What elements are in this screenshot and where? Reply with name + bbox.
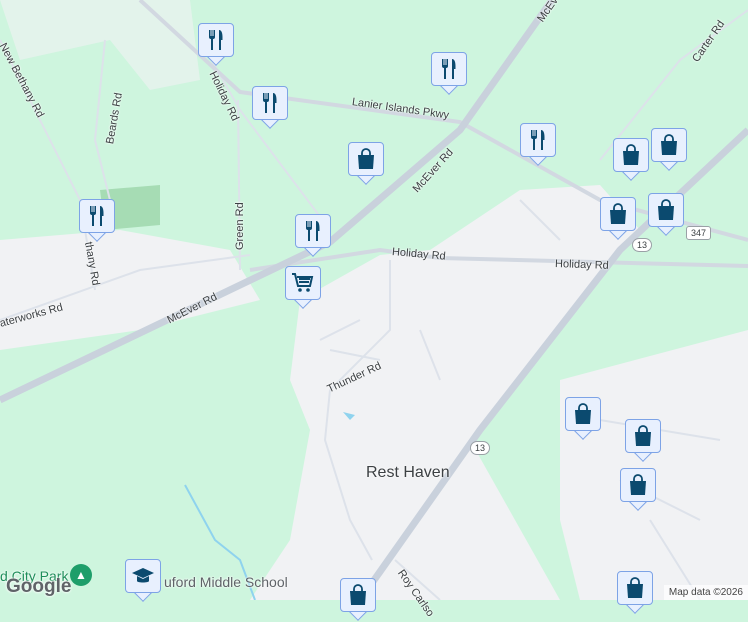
shopping-pin[interactable] — [651, 128, 687, 172]
shopping-pin[interactable] — [565, 397, 601, 441]
restaurant-icon — [301, 219, 325, 243]
place-label-school: uford Middle School — [164, 574, 288, 590]
shopping-pin[interactable] — [340, 578, 376, 622]
shopping-cart-icon — [291, 271, 315, 295]
road-label-holiday-rd: Holiday Rd — [555, 258, 609, 272]
shopping-pin[interactable] — [625, 419, 661, 463]
shopping-pin[interactable] — [617, 571, 653, 615]
shopping-bag-icon — [623, 576, 647, 600]
road-label-green-rd: Green Rd — [234, 202, 246, 250]
school-pin[interactable] — [125, 559, 161, 603]
place-label-rest-haven: Rest Haven — [366, 464, 450, 482]
restaurant-pin[interactable] — [431, 52, 467, 96]
google-logo: Google — [6, 576, 71, 598]
shopping-pin[interactable] — [348, 142, 384, 186]
grocery-pin[interactable] — [285, 266, 321, 310]
shopping-bag-icon — [606, 202, 630, 226]
shopping-pin[interactable] — [620, 468, 656, 512]
shopping-bag-icon — [571, 402, 595, 426]
restaurant-pin[interactable] — [520, 123, 556, 167]
tree-icon[interactable]: ▲ — [70, 564, 92, 586]
shopping-bag-icon — [346, 583, 370, 607]
highway-shield-347: 347 — [686, 226, 711, 240]
restaurant-icon — [526, 128, 550, 152]
shopping-bag-icon — [657, 133, 681, 157]
shopping-bag-icon — [654, 198, 678, 222]
shopping-pin[interactable] — [613, 138, 649, 182]
shopping-bag-icon — [631, 424, 655, 448]
shopping-bag-icon — [626, 473, 650, 497]
restaurant-icon — [204, 28, 228, 52]
highway-shield-13: 13 — [470, 441, 490, 455]
school-icon — [131, 564, 155, 588]
restaurant-icon — [258, 91, 282, 115]
restaurant-icon — [85, 204, 109, 228]
shopping-bag-icon — [619, 143, 643, 167]
restaurant-pin[interactable] — [252, 86, 288, 130]
restaurant-icon — [437, 57, 461, 81]
restaurant-pin[interactable] — [198, 23, 234, 67]
restaurant-pin[interactable] — [79, 199, 115, 243]
map-data-attribution[interactable]: Map data ©2026 — [664, 585, 748, 600]
shopping-pin[interactable] — [600, 197, 636, 241]
shopping-pin[interactable] — [648, 193, 684, 237]
restaurant-pin[interactable] — [295, 214, 331, 258]
shopping-bag-icon — [354, 147, 378, 171]
